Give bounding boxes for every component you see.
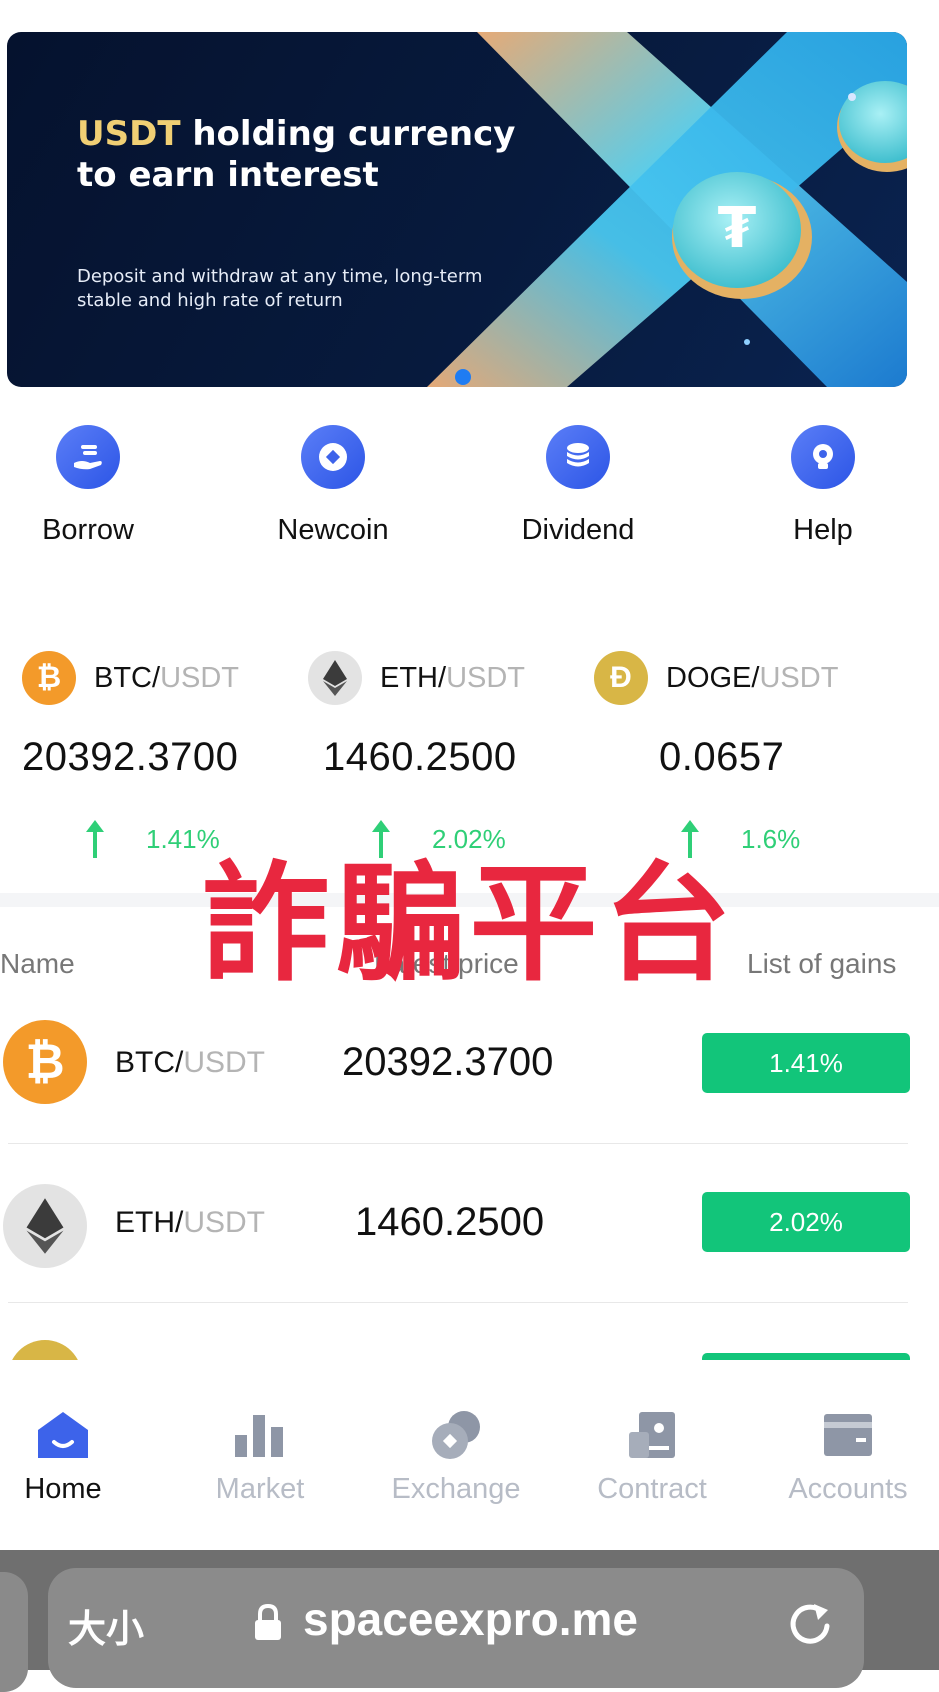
nav-contract[interactable]: Contract — [562, 1360, 742, 1506]
pair-quote: USDT — [759, 661, 839, 694]
gain-badge — [702, 1353, 910, 1360]
text-size-button[interactable]: 大小 — [68, 1598, 144, 1653]
ticker-change: 1.6% — [679, 818, 800, 860]
lightbulb-icon — [791, 425, 855, 489]
pair-quote: USDT — [160, 661, 240, 694]
quick-action-label: Borrow — [42, 514, 134, 546]
up-arrow-icon — [681, 820, 699, 858]
lock-icon — [253, 1603, 283, 1647]
ticker-price: 1460.2500 — [323, 735, 517, 779]
exchange-icon — [366, 1405, 546, 1465]
newcoin-icon — [301, 425, 365, 489]
gain-badge[interactable]: 1.41% — [702, 1033, 910, 1093]
dogecoin-icon — [8, 1340, 82, 1360]
banner-subtitle: Deposit and withdraw at any time, long-t… — [77, 266, 483, 311]
market-list-header: Name Latest price List of gains — [0, 948, 939, 984]
nav-exchange[interactable]: Exchange — [366, 1360, 546, 1506]
pair-quote: USDT — [183, 1206, 266, 1239]
quick-action-label: Newcoin — [277, 514, 389, 546]
coin-stack-icon — [546, 425, 610, 489]
nav-home[interactable]: Home — [0, 1360, 153, 1506]
banner-title-rest: holding currency — [180, 114, 516, 154]
quick-action-borrow[interactable]: Borrow — [0, 425, 188, 547]
ticker-change-value: 2.02% — [432, 823, 506, 854]
nav-market[interactable]: Market — [170, 1360, 350, 1506]
ethereum-icon — [3, 1184, 87, 1268]
address-bar[interactable]: 大小 spaceexpro.me — [48, 1568, 864, 1688]
row-pair: ETH/USDT — [115, 1206, 265, 1240]
quick-actions: Borrow Newcoin Dividend Help — [0, 425, 939, 585]
quick-action-label: Dividend — [521, 514, 635, 546]
nav-label: Home — [24, 1473, 102, 1505]
market-row-eth[interactable]: ETH/USDT 1460.2500 2.02% — [0, 1162, 939, 1282]
header-name: Name — [0, 948, 75, 979]
bitcoin-icon: ₿ — [3, 1020, 87, 1104]
url-text[interactable]: spaceexpro.me — [303, 1592, 638, 1646]
contract-icon — [562, 1405, 742, 1465]
bar-chart-icon — [170, 1405, 350, 1465]
ticker-pair: Ð DOGE/USDT — [594, 650, 838, 706]
svg-text:₮: ₮ — [718, 196, 757, 261]
carousel-indicator[interactable] — [455, 369, 471, 385]
quick-action-newcoin[interactable]: Newcoin — [233, 425, 433, 547]
nav-label: Accounts — [788, 1473, 908, 1505]
quick-action-help[interactable]: Help — [723, 425, 923, 547]
gain-badge[interactable]: 2.02% — [702, 1192, 910, 1252]
quick-action-label: Help — [793, 514, 853, 546]
pair-base: ETH/ — [380, 661, 447, 694]
ticker-change-value: 1.6% — [741, 823, 801, 854]
reload-icon[interactable] — [788, 1600, 832, 1651]
home-icon — [0, 1405, 153, 1465]
banner-title-line2: to earn interest — [77, 155, 379, 195]
promo-banner[interactable]: ₮ USDT holding currency to earn interest… — [7, 32, 907, 387]
banner-title-highlight: USDT — [77, 114, 181, 154]
ticker-strip: ₿ BTC/USDT 20392.3700 1.41% ETH/USDT 146… — [0, 650, 939, 875]
quick-action-dividend[interactable]: Dividend — [478, 425, 678, 547]
up-arrow-icon — [372, 820, 390, 858]
section-divider — [0, 893, 939, 907]
nav-label: Market — [215, 1473, 305, 1505]
ticker-price: 20392.3700 — [22, 735, 239, 779]
pair-quote: USDT — [183, 1046, 266, 1079]
pair-base: BTC/ — [115, 1046, 184, 1079]
market-row-btc[interactable]: ₿ BTC/USDT 20392.3700 1.41% — [0, 1002, 939, 1122]
ethereum-icon — [308, 651, 362, 705]
nav-label: Exchange — [391, 1473, 521, 1505]
row-pair: BTC/USDT — [115, 1046, 265, 1080]
wallet-icon — [758, 1405, 938, 1465]
bottom-navigation: Home Market Exchange Contract Accounts — [0, 1360, 939, 1550]
nav-accounts[interactable]: Accounts — [758, 1360, 938, 1506]
up-arrow-icon — [86, 820, 104, 858]
pair-quote: USDT — [446, 661, 526, 694]
ticker-change: 1.41% — [84, 818, 220, 860]
header-gains: List of gains — [747, 948, 897, 979]
row-price: 20392.3700 — [342, 1040, 554, 1084]
row-price: 1460.2500 — [355, 1200, 545, 1244]
previous-tab[interactable] — [0, 1572, 28, 1692]
pair-base: ETH/ — [115, 1206, 184, 1239]
dogecoin-icon: Ð — [594, 651, 648, 705]
banner-artwork: ₮ — [427, 32, 907, 387]
pair-base: BTC/ — [94, 661, 161, 694]
row-divider — [8, 1302, 908, 1303]
ticker-pair: ETH/USDT — [308, 650, 525, 706]
row-divider — [8, 1143, 908, 1144]
browser-toolbar: 大小 spaceexpro.me — [0, 1550, 939, 1692]
ticker-price: 0.0657 — [659, 735, 785, 779]
bitcoin-icon: ₿ — [22, 651, 76, 705]
ticker-pair: ₿ BTC/USDT — [22, 650, 239, 706]
banner-title: USDT holding currency to earn interest — [77, 114, 515, 196]
nav-label: Contract — [597, 1473, 707, 1505]
ticker-change: 2.02% — [370, 818, 506, 860]
header-latest-price: Latest price — [374, 948, 519, 979]
hand-coin-icon — [56, 425, 120, 489]
pair-base: DOGE/ — [666, 661, 760, 694]
ticker-change-value: 1.41% — [146, 823, 220, 854]
market-row-partial — [0, 1335, 939, 1360]
